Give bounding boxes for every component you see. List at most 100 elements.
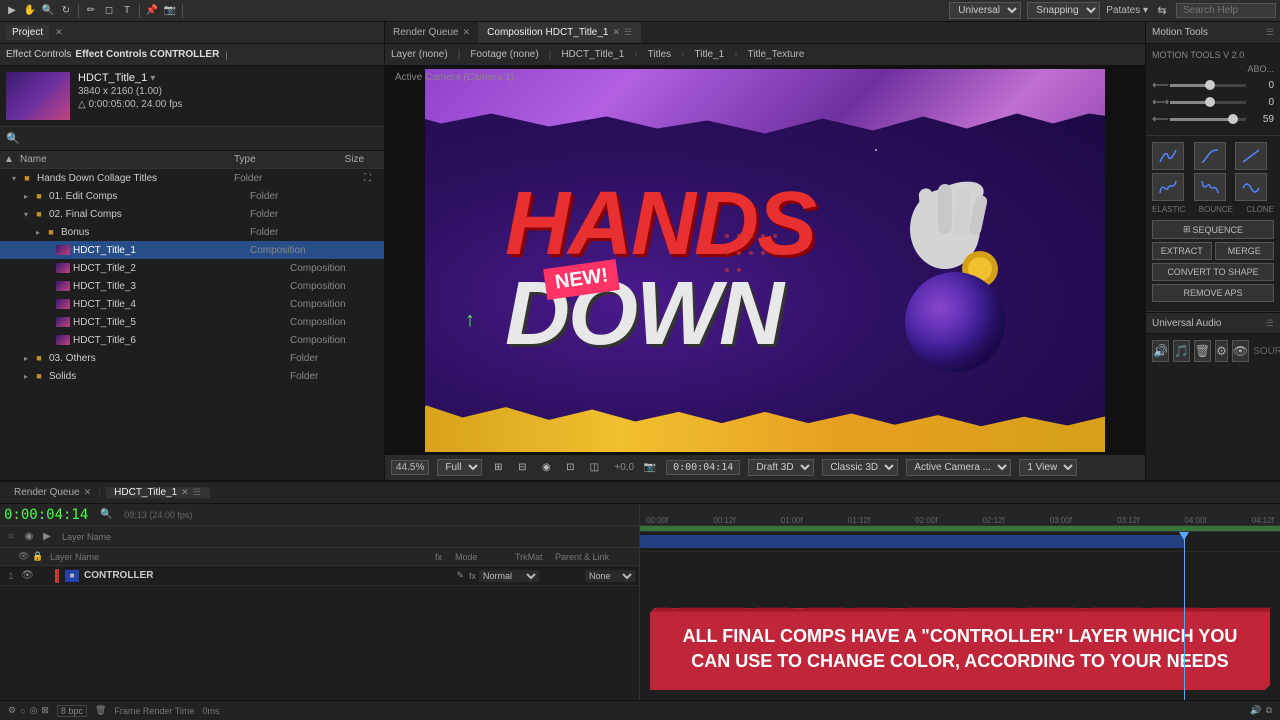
tool-pin[interactable]: 📌 xyxy=(144,3,160,19)
comp-tab-menu[interactable]: ☰ xyxy=(624,27,632,38)
tree-item-01edit[interactable]: ▸ ■ 01. Edit Comps Folder xyxy=(0,187,384,205)
layer-row-controller[interactable]: 1 👁 ■ CONTROLLER ✎ fx Normal None xyxy=(0,566,639,586)
ua-speaker-icon[interactable]: 🔊 xyxy=(1152,340,1169,362)
hdct1-tab-menu[interactable]: ☰ xyxy=(193,487,201,498)
sort-icon[interactable]: ▲ xyxy=(4,154,20,165)
tree-item-02final[interactable]: ▾ ■ 02. Final Comps Folder xyxy=(0,205,384,223)
ua-trash-icon[interactable]: 🗑 xyxy=(1194,340,1211,362)
footage-none-tab[interactable]: Footage (none) xyxy=(470,49,538,60)
arrow-01edit[interactable]: ▸ xyxy=(20,192,32,201)
resolution-toggle[interactable]: ⊡ xyxy=(562,460,578,476)
tool-camera[interactable]: 📷 xyxy=(162,3,178,19)
expand-icon[interactable]: ⇆ xyxy=(1154,3,1170,19)
ua-eye-icon[interactable]: 👁 xyxy=(1232,340,1249,362)
tl-time-display[interactable]: 0:00:04:14 xyxy=(4,507,88,523)
tree-item-hdct4[interactable]: HDCT_Title_4 Composition xyxy=(0,295,384,313)
tl-search-btn[interactable]: 🔍 xyxy=(98,508,114,522)
extract-btn[interactable]: EXTRACT xyxy=(1152,242,1212,260)
arrow-03others[interactable]: ▸ xyxy=(20,354,32,363)
ua-gear-icon[interactable]: ⚙ xyxy=(1215,340,1228,362)
view-mode-select[interactable]: Classic 3D xyxy=(822,459,898,476)
render-queue-timeline-tab[interactable]: Render Queue ✕ xyxy=(6,487,100,498)
arrow-solids[interactable]: ▸ xyxy=(20,372,32,381)
playhead[interactable] xyxy=(1184,532,1185,700)
snapshot-icon[interactable]: 📷 xyxy=(642,460,658,476)
ua-audio-icon[interactable]: 🎵 xyxy=(1173,340,1190,362)
snapping-dropdown[interactable]: Snapping xyxy=(1027,2,1100,19)
tree-item-hdct5[interactable]: HDCT_Title_5 Composition xyxy=(0,313,384,331)
render-queue-close[interactable]: ✕ xyxy=(463,27,471,38)
slider-3-track[interactable] xyxy=(1170,118,1246,121)
project-tab-close[interactable]: ✕ xyxy=(55,27,63,38)
timecode-display[interactable]: 0:00:04:14 xyxy=(666,460,740,475)
col-name[interactable]: Name xyxy=(20,154,234,165)
comp-tab-hdct1[interactable]: Composition HDCT_Title_1 ✕ ☰ xyxy=(479,22,641,43)
channel-picker[interactable]: ◉ xyxy=(538,460,554,476)
breadcrumb-titles[interactable]: Titles xyxy=(648,49,672,60)
mask-toggle[interactable]: ◫ xyxy=(586,460,602,476)
tree-item-root[interactable]: ▾ ■ Hands Down Collage Titles Folder ⛶ xyxy=(0,169,384,187)
trash-icon[interactable]: 🗑 xyxy=(95,705,106,716)
ease-btn-3[interactable] xyxy=(1235,142,1267,170)
tree-item-hdct3[interactable]: HDCT_Title_3 Composition xyxy=(0,277,384,295)
comp-tab-close[interactable]: ✕ xyxy=(613,27,621,38)
breadcrumb-hdct1[interactable]: HDCT_Title_1 xyxy=(561,49,624,60)
tool-type[interactable]: T xyxy=(119,3,135,19)
col-type[interactable]: Type xyxy=(234,154,324,165)
tool-hand[interactable]: ✋ xyxy=(22,3,38,19)
slider-2-thumb[interactable] xyxy=(1205,97,1215,107)
tool-rotate[interactable]: ↻ xyxy=(58,3,74,19)
layer-mode-select[interactable]: Normal xyxy=(479,570,539,582)
slider-1-track[interactable] xyxy=(1170,84,1246,87)
render-queue-tab-close[interactable]: ✕ xyxy=(84,487,92,498)
camera-select[interactable]: Active Camera ... xyxy=(906,459,1011,476)
grid-toggle[interactable]: ⊞ xyxy=(490,460,506,476)
views-select[interactable]: 1 View xyxy=(1019,459,1077,476)
tree-item-hdct6[interactable]: HDCT_Title_6 Composition xyxy=(0,331,384,349)
project-search-input[interactable] xyxy=(24,133,378,144)
tool-pen[interactable]: ✏ xyxy=(83,3,99,19)
render-mode-select[interactable]: Draft 3D xyxy=(748,459,814,476)
arrow-02final[interactable]: ▾ xyxy=(20,210,32,219)
play-btn[interactable]: ▶ xyxy=(40,530,54,544)
universal-dropdown[interactable]: Universal xyxy=(949,2,1021,19)
slider-3-thumb[interactable] xyxy=(1228,114,1238,124)
tree-item-bonus[interactable]: ▸ ■ Bonus Folder xyxy=(0,223,384,241)
hdct1-tab-close[interactable]: ✕ xyxy=(181,487,189,498)
motion-tools-menu[interactable]: ☰ xyxy=(1266,27,1274,38)
ease-btn-4[interactable] xyxy=(1152,173,1184,201)
layer-eye-1[interactable]: 👁 xyxy=(21,570,35,581)
solo-btn[interactable]: ◉ xyxy=(22,530,36,544)
sequence-btn[interactable]: ⊞ SEQUENCE xyxy=(1152,220,1274,239)
hdct1-timeline-tab[interactable]: HDCT_Title_1 ✕ ☰ xyxy=(106,487,210,498)
tool-shape[interactable]: ◻ xyxy=(101,3,117,19)
zoom-value[interactable]: 44.5% xyxy=(391,460,429,475)
remove-aps-btn[interactable]: REMOVE APS xyxy=(1152,284,1274,302)
layer-edit-icon[interactable]: ✎ xyxy=(456,570,464,581)
ease-btn-6[interactable] xyxy=(1235,173,1267,201)
tree-item-hdct1[interactable]: HDCT_Title_1 Composition xyxy=(0,241,384,259)
tree-item-solids[interactable]: ▸ ■ Solids Folder xyxy=(0,367,384,385)
breadcrumb-title-texture[interactable]: Title_Texture xyxy=(748,49,805,60)
tool-arrow[interactable]: ▶ xyxy=(4,3,20,19)
arrow-bonus[interactable]: ▸ xyxy=(32,228,44,237)
ua-menu-icon[interactable]: ☰ xyxy=(1266,318,1274,329)
quality-select[interactable]: Full xyxy=(437,459,482,476)
status-speaker[interactable]: 🔊 xyxy=(1250,705,1261,716)
tree-item-03others[interactable]: ▸ ■ 03. Others Folder xyxy=(0,349,384,367)
convert-shape-btn[interactable]: CONVERT TO SHAPE xyxy=(1152,263,1274,281)
parent-select[interactable]: None xyxy=(585,570,635,582)
merge-btn[interactable]: MERGE xyxy=(1215,242,1275,260)
tool-zoom[interactable]: 🔍 xyxy=(40,3,56,19)
ease-btn-2[interactable] xyxy=(1194,142,1226,170)
comp-tab-render-queue[interactable]: Render Queue ✕ xyxy=(385,22,479,43)
layer-none-tab[interactable]: Layer (none) xyxy=(391,49,448,60)
ease-btn-1[interactable] xyxy=(1152,142,1184,170)
toggle-preview-btn[interactable]: ○ xyxy=(4,530,18,544)
tree-item-hdct2[interactable]: HDCT_Title_2 Composition xyxy=(0,259,384,277)
arrow-root[interactable]: ▾ xyxy=(8,174,20,183)
ease-btn-5[interactable] xyxy=(1194,173,1226,201)
status-nav[interactable]: ⧉ xyxy=(1266,705,1272,716)
col-size[interactable]: Size xyxy=(324,154,364,165)
about-label[interactable]: ABO... xyxy=(1152,64,1274,74)
